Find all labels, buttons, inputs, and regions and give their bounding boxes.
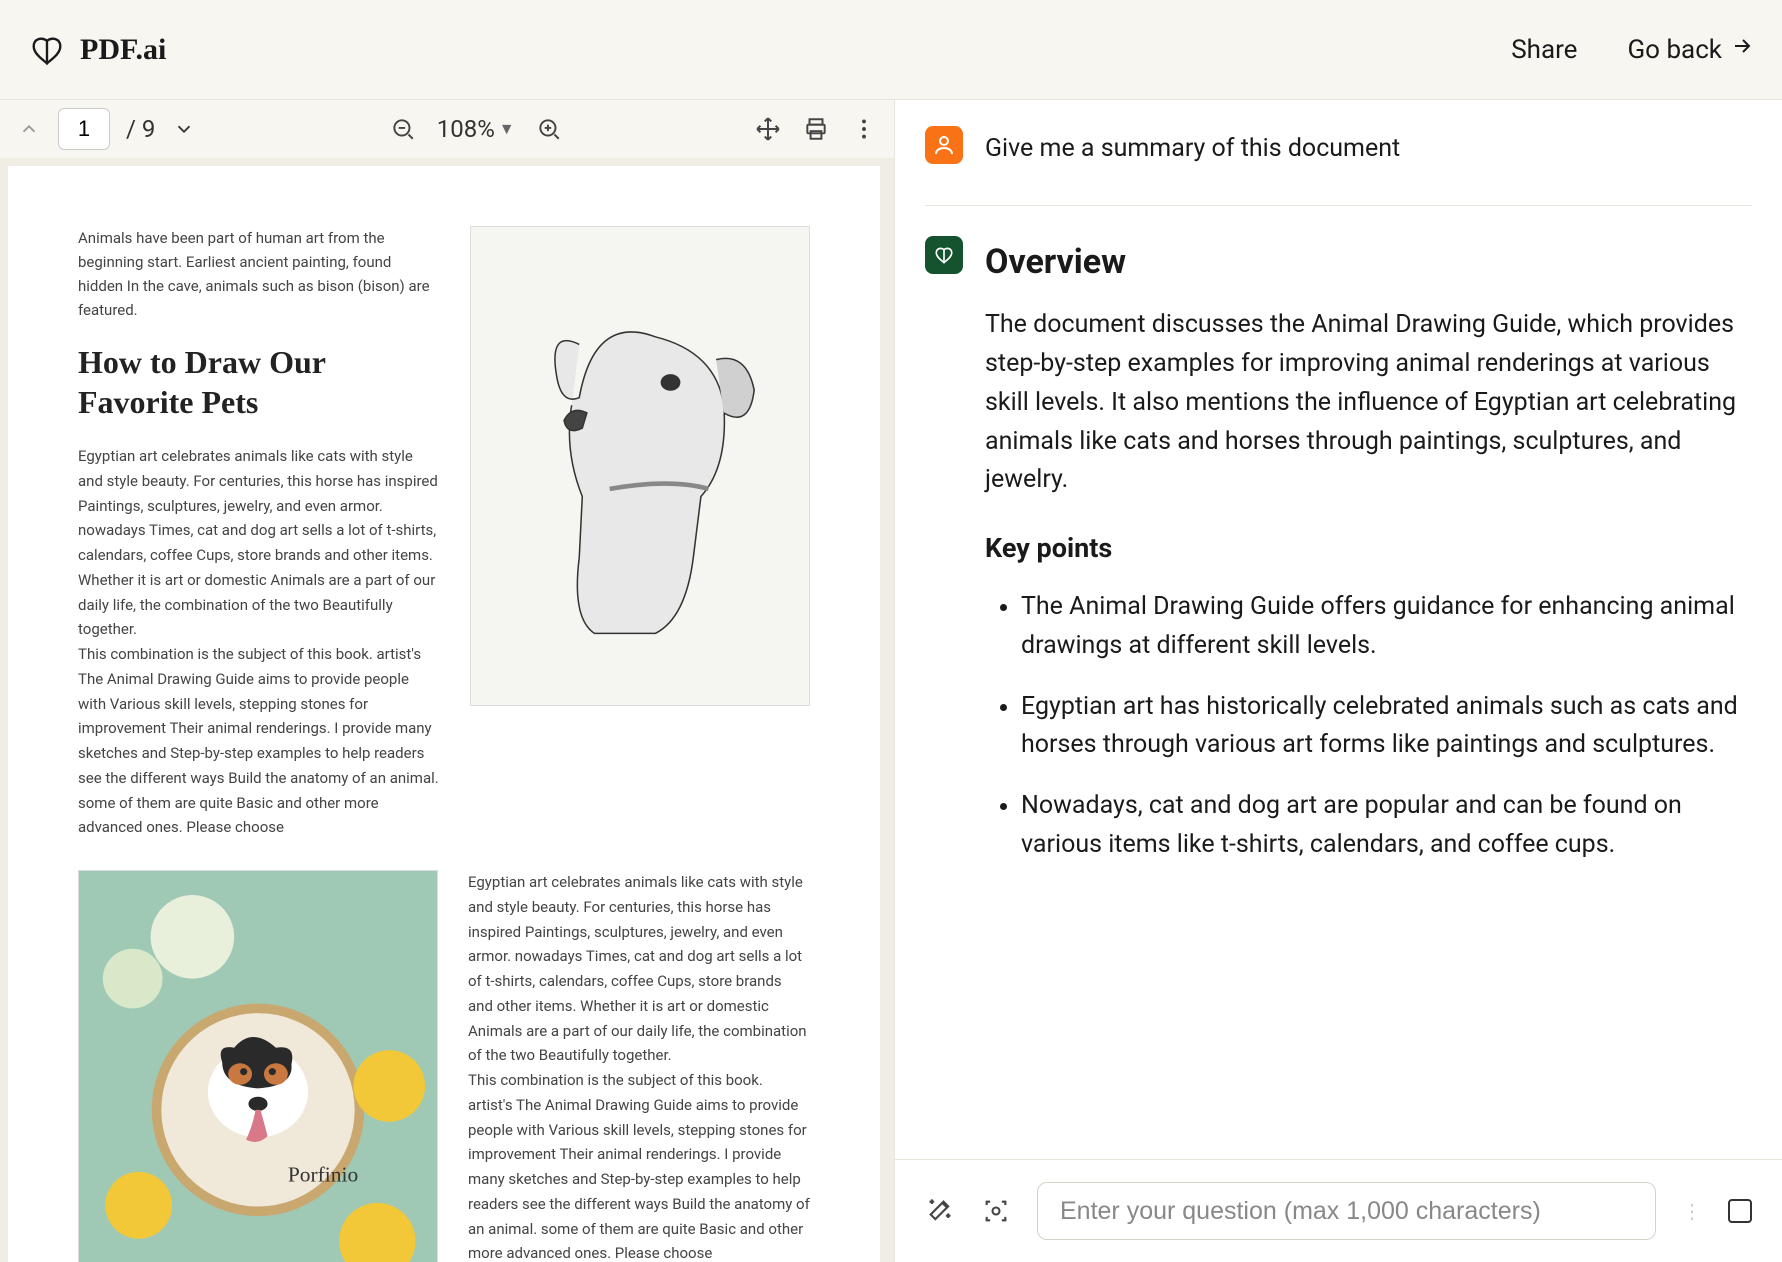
ai-message-content: Overview The document discusses the Anim… xyxy=(985,236,1752,887)
list-item: The Animal Drawing Guide offers guidance… xyxy=(1021,588,1752,666)
ai-message: Overview The document discusses the Anim… xyxy=(925,236,1752,887)
user-message: Give me a summary of this document xyxy=(925,126,1752,169)
main-split: / 9 108% ▼ xyxy=(0,100,1782,1262)
zoom-out-icon[interactable] xyxy=(389,115,417,143)
doc-intro: Animals have been part of human art from… xyxy=(78,226,440,322)
move-icon[interactable] xyxy=(754,115,782,143)
chat-pane: Give me a summary of this document Overv… xyxy=(895,100,1782,1262)
doc-title: How to Draw Our Favorite Pets xyxy=(78,342,440,422)
pdf-page: Animals have been part of human art from… xyxy=(8,166,880,1262)
doc-body-2: Egyptian art celebrates animals like cat… xyxy=(468,870,810,1262)
magic-wand-icon[interactable] xyxy=(925,1196,955,1226)
more-icon[interactable] xyxy=(850,115,878,143)
zoom-controls: 108% ▼ xyxy=(389,115,563,143)
overview-heading: Overview xyxy=(985,236,1752,289)
zoom-in-icon[interactable] xyxy=(535,115,563,143)
pdf-pane: / 9 108% ▼ xyxy=(0,100,895,1262)
capture-icon[interactable] xyxy=(981,1196,1011,1226)
svg-text:Porfinio: Porfinio xyxy=(288,1162,358,1186)
user-message-text: Give me a summary of this document xyxy=(985,126,1752,169)
divider xyxy=(925,205,1752,206)
overview-body: The document discusses the Animal Drawin… xyxy=(985,306,1752,500)
input-indicator-icon: ⋮ xyxy=(1682,1199,1702,1223)
zoom-level[interactable]: 108% ▼ xyxy=(437,115,515,143)
pdf-toolbar: / 9 108% ▼ xyxy=(0,100,894,158)
header-actions: Share Go back xyxy=(1511,34,1754,65)
page-total: / 9 xyxy=(126,115,155,143)
send-button[interactable] xyxy=(1728,1199,1752,1223)
logo-text: PDF.ai xyxy=(80,33,166,67)
print-icon[interactable] xyxy=(802,115,830,143)
logo-area: PDF.ai xyxy=(28,33,166,67)
chat-input-area: ⋮ xyxy=(895,1159,1782,1262)
caret-down-icon: ▼ xyxy=(499,119,515,139)
next-page-icon[interactable] xyxy=(171,116,197,142)
arrow-right-icon xyxy=(1730,34,1754,65)
go-back-link[interactable]: Go back xyxy=(1627,34,1754,65)
keypoints-heading: Key points xyxy=(985,528,1752,570)
doc-image-embroidery: Porfinio xyxy=(78,870,438,1262)
user-avatar-icon xyxy=(925,126,963,164)
question-input[interactable] xyxy=(1037,1182,1656,1240)
zoom-label-text: 108% xyxy=(437,115,495,143)
keypoints-list: The Animal Drawing Guide offers guidance… xyxy=(985,588,1752,865)
doc-image-dog-sketch xyxy=(470,226,810,706)
logo-icon xyxy=(28,35,66,65)
list-item: Egyptian art has historically celebrated… xyxy=(1021,688,1752,766)
go-back-label: Go back xyxy=(1627,35,1722,65)
tool-icons xyxy=(754,115,878,143)
share-link[interactable]: Share xyxy=(1511,35,1577,65)
ai-avatar-icon xyxy=(925,236,963,274)
document-viewer[interactable]: Animals have been part of human art from… xyxy=(0,158,894,1262)
app-header: PDF.ai Share Go back xyxy=(0,0,1782,100)
doc-body-1: Egyptian art celebrates animals like cat… xyxy=(78,444,440,840)
page-number-input[interactable] xyxy=(58,108,110,150)
list-item: Nowadays, cat and dog art are popular an… xyxy=(1021,787,1752,865)
chat-body: Give me a summary of this document Overv… xyxy=(895,100,1782,1159)
prev-page-icon[interactable] xyxy=(16,116,42,142)
